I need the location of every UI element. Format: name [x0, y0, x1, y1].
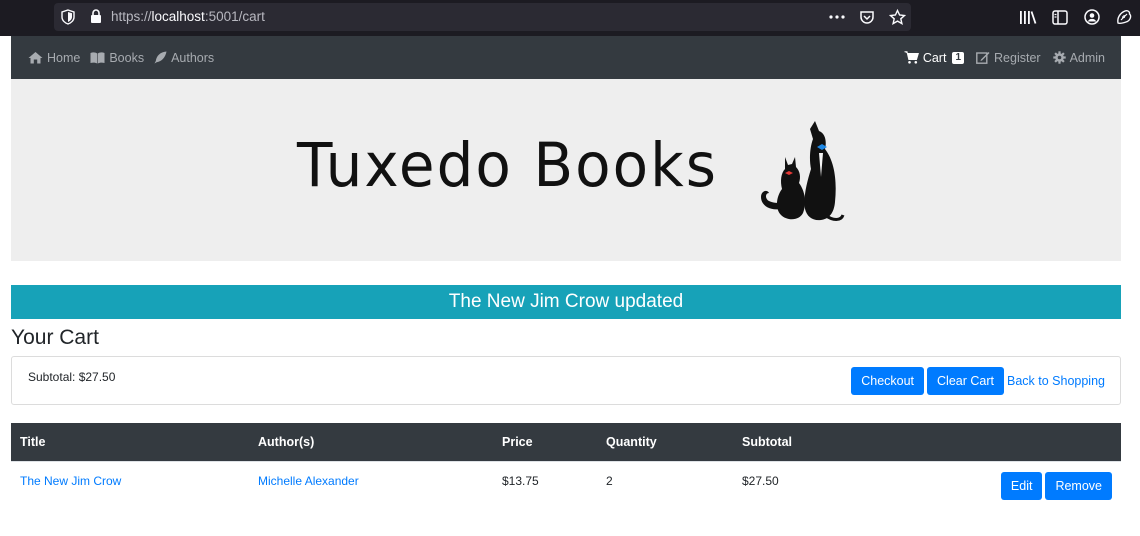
table-row: The New Jim Crow Michelle Alexander $13.… [11, 461, 1121, 509]
cart-actions: Checkout Clear Cart Back to Shopping [851, 367, 1105, 395]
table-header: Title Author(s) Price Quantity Subtotal [11, 423, 1121, 461]
nav-home[interactable]: Home [28, 51, 80, 65]
account-icon[interactable] [1082, 7, 1102, 27]
col-header-subtotal: Subtotal [742, 435, 792, 449]
row-subtotal-cell: $27.50 [742, 474, 779, 488]
col-header-authors: Author(s) [258, 435, 315, 449]
url-host: localhost [151, 9, 205, 24]
home-icon [28, 52, 43, 64]
nav-cart-label: Cart [922, 50, 947, 65]
nav-home-label: Home [47, 50, 81, 65]
remove-button[interactable]: Remove [1045, 472, 1112, 500]
nav-cart[interactable]: Cart 1 [904, 50, 965, 65]
site-navbar: Home Books Authors Cart 1 Register Admin [11, 36, 1121, 79]
library-icon[interactable] [1018, 7, 1038, 27]
nav-books-label: Books [109, 50, 145, 65]
nav-right: Cart 1 Register Admin [904, 36, 1105, 79]
row-actions: Edit Remove [1000, 472, 1112, 500]
nav-authors-label: Authors [171, 50, 215, 65]
cart-summary-card: Subtotal: $27.50 Checkout Clear Cart Bac… [11, 356, 1121, 405]
quantity-cell: 2 [606, 474, 613, 488]
extension-icon[interactable] [1114, 7, 1134, 27]
book-title-link[interactable]: The New Jim Crow [20, 474, 121, 488]
col-header-price: Price [502, 435, 533, 449]
nav-register[interactable]: Register [976, 51, 1041, 65]
col-header-quantity: Quantity [606, 435, 657, 449]
url-text[interactable]: https://localhost:5001/cart [111, 9, 265, 24]
update-alert: The New Jim Crow updated [11, 285, 1121, 319]
edit-button[interactable]: Edit [1000, 472, 1043, 500]
tuxedo-cat-logo-icon [761, 121, 845, 221]
hero-banner: Tuxedo Books [11, 79, 1121, 261]
nav-left: Home Books Authors [28, 36, 214, 79]
back-to-shopping-link[interactable]: Back to Shopping [1007, 374, 1105, 388]
nav-register-label: Register [994, 50, 1041, 65]
address-bar[interactable]: https://localhost:5001/cart [54, 3, 911, 31]
price-cell: $13.75 [502, 474, 539, 488]
site-logo-text: Tuxedo Books [297, 129, 718, 201]
author-link[interactable]: Michelle Alexander [258, 474, 359, 488]
book-icon [90, 51, 105, 63]
browser-toolbar: https://localhost:5001/cart [0, 0, 1140, 36]
nav-books[interactable]: Books [90, 51, 144, 65]
page-title: Your Cart [11, 326, 99, 349]
nav-admin[interactable]: Admin [1052, 50, 1105, 65]
nav-admin-label: Admin [1069, 50, 1105, 65]
url-rest: :5001/cart [204, 9, 265, 24]
cart-table: Title Author(s) Price Quantity Subtotal … [11, 423, 1121, 509]
tracking-protection-shield-icon[interactable] [61, 9, 75, 25]
col-header-title: Title [20, 435, 46, 449]
feather-icon [154, 51, 167, 64]
edit-icon [976, 52, 990, 64]
pocket-icon[interactable] [857, 7, 877, 27]
url-scheme: https:// [111, 9, 152, 24]
checkout-button[interactable]: Checkout [851, 367, 925, 395]
bookmark-star-icon[interactable] [887, 7, 907, 27]
sidebar-icon[interactable] [1050, 7, 1070, 27]
cart-subtotal: Subtotal: $27.50 [28, 370, 116, 384]
nav-authors[interactable]: Authors [154, 51, 214, 65]
gear-icon [1052, 51, 1066, 64]
clear-cart-button[interactable]: Clear Cart [927, 367, 1004, 395]
browser-tools [1018, 7, 1134, 27]
lock-icon[interactable] [90, 9, 102, 24]
cart-count-badge: 1 [952, 51, 965, 64]
more-icon[interactable] [827, 7, 847, 27]
shopping-cart-icon [904, 51, 919, 64]
url-actions [827, 7, 907, 27]
